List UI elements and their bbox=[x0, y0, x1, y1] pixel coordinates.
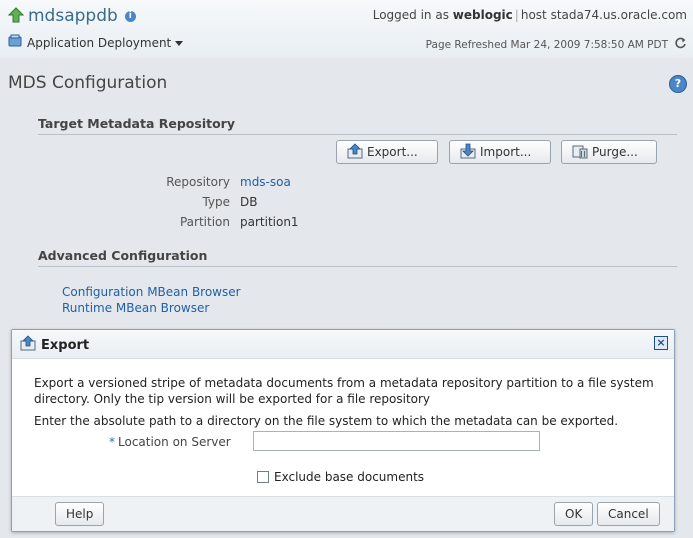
menu-label: Application Deployment bbox=[27, 35, 172, 50]
deploy-icon bbox=[8, 34, 23, 51]
partition-label: Partition bbox=[179, 215, 230, 229]
dialog-instruction: Enter the absolute path to a directory o… bbox=[34, 414, 619, 428]
dialog-description: Export a versioned stripe of metadata do… bbox=[34, 376, 654, 406]
dialog-footer: Help OK Cancel bbox=[12, 496, 674, 531]
refreshed-timestamp: Page Refreshed Mar 24, 2009 7:58:50 AM P… bbox=[425, 39, 668, 51]
page-refresh-info: Page Refreshed Mar 24, 2009 7:58:50 AM P… bbox=[426, 37, 687, 53]
purge-icon bbox=[572, 143, 588, 162]
app-title: mdsappdb i bbox=[7, 6, 136, 26]
app-name[interactable]: mdsappdb bbox=[28, 6, 118, 26]
advanced-config-heading: Advanced Configuration bbox=[38, 248, 677, 267]
dialog-title-text: Export bbox=[41, 337, 90, 353]
application-deployment-menu[interactable]: Application Deployment bbox=[8, 34, 184, 51]
refresh-icon[interactable] bbox=[674, 37, 687, 53]
type-label: Type bbox=[202, 195, 230, 209]
username: weblogic bbox=[452, 8, 513, 22]
login-info: Logged in as weblogic | host stada74.us.or… bbox=[372, 8, 687, 22]
dialog-title: Export bbox=[20, 335, 89, 355]
import-button[interactable]: Import... bbox=[449, 140, 551, 164]
location-label-text: Location on Server bbox=[118, 435, 231, 449]
host-label: host stada74.us.oracle.com bbox=[520, 8, 687, 22]
export-label: Export... bbox=[367, 145, 418, 159]
partition-value: partition1 bbox=[240, 215, 299, 229]
page-title: MDS Configuration bbox=[8, 73, 168, 93]
export-dialog: Export × Export a versioned stripe of me… bbox=[11, 329, 675, 532]
close-icon[interactable]: × bbox=[654, 336, 668, 350]
info-icon[interactable]: i bbox=[124, 10, 136, 22]
location-label: * Location on Server bbox=[109, 435, 231, 449]
header-bar: mdsappdb i Application Deployment Logged… bbox=[0, 0, 693, 59]
export-icon bbox=[347, 142, 363, 162]
ok-button[interactable]: OK bbox=[554, 502, 594, 526]
help-button[interactable]: Help bbox=[55, 502, 105, 526]
export-icon bbox=[20, 335, 36, 355]
chevron-down-icon bbox=[175, 36, 184, 50]
exclude-base-docs-label: Exclude base documents bbox=[274, 470, 425, 484]
logged-in-label: Logged in as bbox=[372, 8, 449, 22]
up-arrow-icon bbox=[7, 6, 25, 26]
export-button[interactable]: Export... bbox=[336, 140, 438, 164]
location-on-server-input[interactable] bbox=[253, 431, 540, 451]
repository-label: Repository bbox=[166, 175, 230, 189]
config-mbean-browser-link[interactable]: Configuration MBean Browser bbox=[62, 285, 241, 299]
target-repository-heading: Target Metadata Repository bbox=[38, 116, 677, 135]
import-icon bbox=[460, 143, 476, 162]
dialog-header: Export × bbox=[12, 330, 674, 359]
exclude-base-docs-row[interactable]: Exclude base documents bbox=[257, 470, 424, 484]
type-value: DB bbox=[240, 195, 258, 209]
help-icon[interactable]: ? bbox=[669, 75, 687, 93]
required-indicator: * bbox=[109, 435, 115, 449]
repository-value[interactable]: mds-soa bbox=[240, 175, 291, 189]
cancel-button[interactable]: Cancel bbox=[597, 502, 660, 526]
purge-button[interactable]: Purge... bbox=[561, 140, 657, 164]
exclude-base-docs-checkbox[interactable] bbox=[257, 471, 269, 483]
runtime-mbean-browser-link[interactable]: Runtime MBean Browser bbox=[62, 301, 209, 315]
purge-label: Purge... bbox=[592, 145, 638, 159]
import-label: Import... bbox=[480, 145, 532, 159]
